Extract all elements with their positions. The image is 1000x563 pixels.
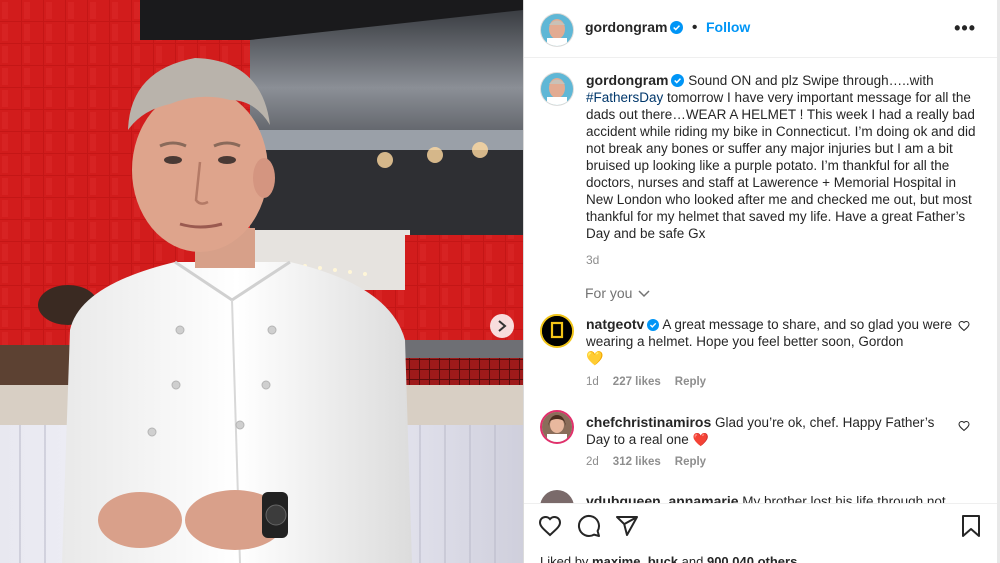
avatar[interactable] — [540, 13, 574, 47]
for-you-label: For you — [585, 285, 633, 301]
caption-lead-text: Sound ON and plz Swipe through…..with — [688, 73, 934, 88]
comment-text: chefchristinamiros Glad you’re ok, chef.… — [586, 414, 958, 448]
caption-body-text: tomorrow I have very important message f… — [586, 90, 976, 241]
separator-dot: • — [691, 19, 698, 36]
commenter-avatar[interactable] — [540, 314, 574, 348]
comment-meta: 1d 227 likes Reply — [586, 376, 720, 388]
post-caption: gordongram Sound ON and plz Swipe throug… — [586, 72, 978, 269]
comment-age[interactable]: 2d — [586, 456, 599, 468]
liked-user[interactable]: maxime_buck — [592, 554, 678, 563]
follow-button[interactable]: Follow — [706, 19, 750, 35]
liked-count[interactable]: 900,040 others — [707, 554, 797, 563]
commenter-avatar[interactable] — [540, 410, 574, 444]
avatar-image — [542, 412, 572, 442]
liked-prefix: Liked by — [540, 554, 593, 563]
caption-avatar[interactable] — [540, 72, 574, 106]
comment-likes[interactable]: 312 likes — [613, 456, 661, 468]
like-comment-heart-icon[interactable] — [958, 320, 970, 332]
hashtag-link[interactable]: #FathersDay — [586, 90, 663, 105]
comment-item: vdubqueen_annamarie My brother lost his … — [538, 490, 978, 524]
yellow-heart-emoji: 💛 — [586, 350, 604, 366]
liked-by-summary: Liked by maxime_buck and 900,040 others — [540, 554, 797, 563]
next-arrow-icon — [498, 320, 507, 332]
more-options-button[interactable]: ••• — [954, 18, 976, 39]
bookmark-icon[interactable] — [960, 514, 982, 538]
avatar-image — [541, 73, 573, 105]
comment-likes[interactable]: 227 likes — [613, 376, 661, 388]
comment-icon[interactable] — [577, 514, 601, 538]
next-slide-button[interactable] — [490, 314, 514, 338]
verified-icon — [671, 74, 685, 87]
reply-button[interactable]: Reply — [675, 456, 706, 468]
post-header: gordongram • Follow ••• — [524, 0, 998, 58]
for-you-toggle[interactable]: For you — [585, 285, 650, 301]
verified-icon — [670, 21, 684, 34]
comment-item: chefchristinamiros Glad you’re ok, chef.… — [538, 410, 978, 476]
verified-icon — [647, 319, 660, 331]
comment-username[interactable]: natgeotv — [586, 316, 644, 332]
red-heart-emoji: ❤️ — [692, 432, 709, 447]
post-actions-bar: Liked by maxime_buck and 900,040 others — [524, 503, 998, 563]
post-age[interactable]: 3d — [586, 252, 978, 269]
chef-photo-illustration — [0, 0, 523, 563]
like-comment-heart-icon[interactable] — [958, 420, 970, 432]
natgeo-logo — [542, 316, 572, 346]
comment-item: natgeotv A great message to share, and s… — [538, 314, 978, 394]
comment-text: natgeotv A great message to share, and s… — [586, 316, 958, 367]
comment-age[interactable]: 1d — [586, 376, 599, 388]
comment-username[interactable]: chefchristinamiros — [586, 414, 711, 430]
comment-meta: 2d 312 likes Reply — [586, 456, 720, 468]
share-icon[interactable] — [615, 514, 639, 538]
liked-middle: and — [678, 554, 707, 563]
reply-button[interactable]: Reply — [675, 376, 706, 388]
post-author-username[interactable]: gordongram — [585, 19, 667, 35]
heart-icon[interactable] — [538, 514, 562, 538]
avatar-image — [541, 14, 573, 46]
post-sidebar: gordongram • Follow ••• gordongram Sound… — [523, 0, 998, 563]
chevron-down-icon — [638, 290, 650, 298]
post-photo — [0, 0, 523, 563]
caption-username[interactable]: gordongram — [586, 72, 668, 88]
